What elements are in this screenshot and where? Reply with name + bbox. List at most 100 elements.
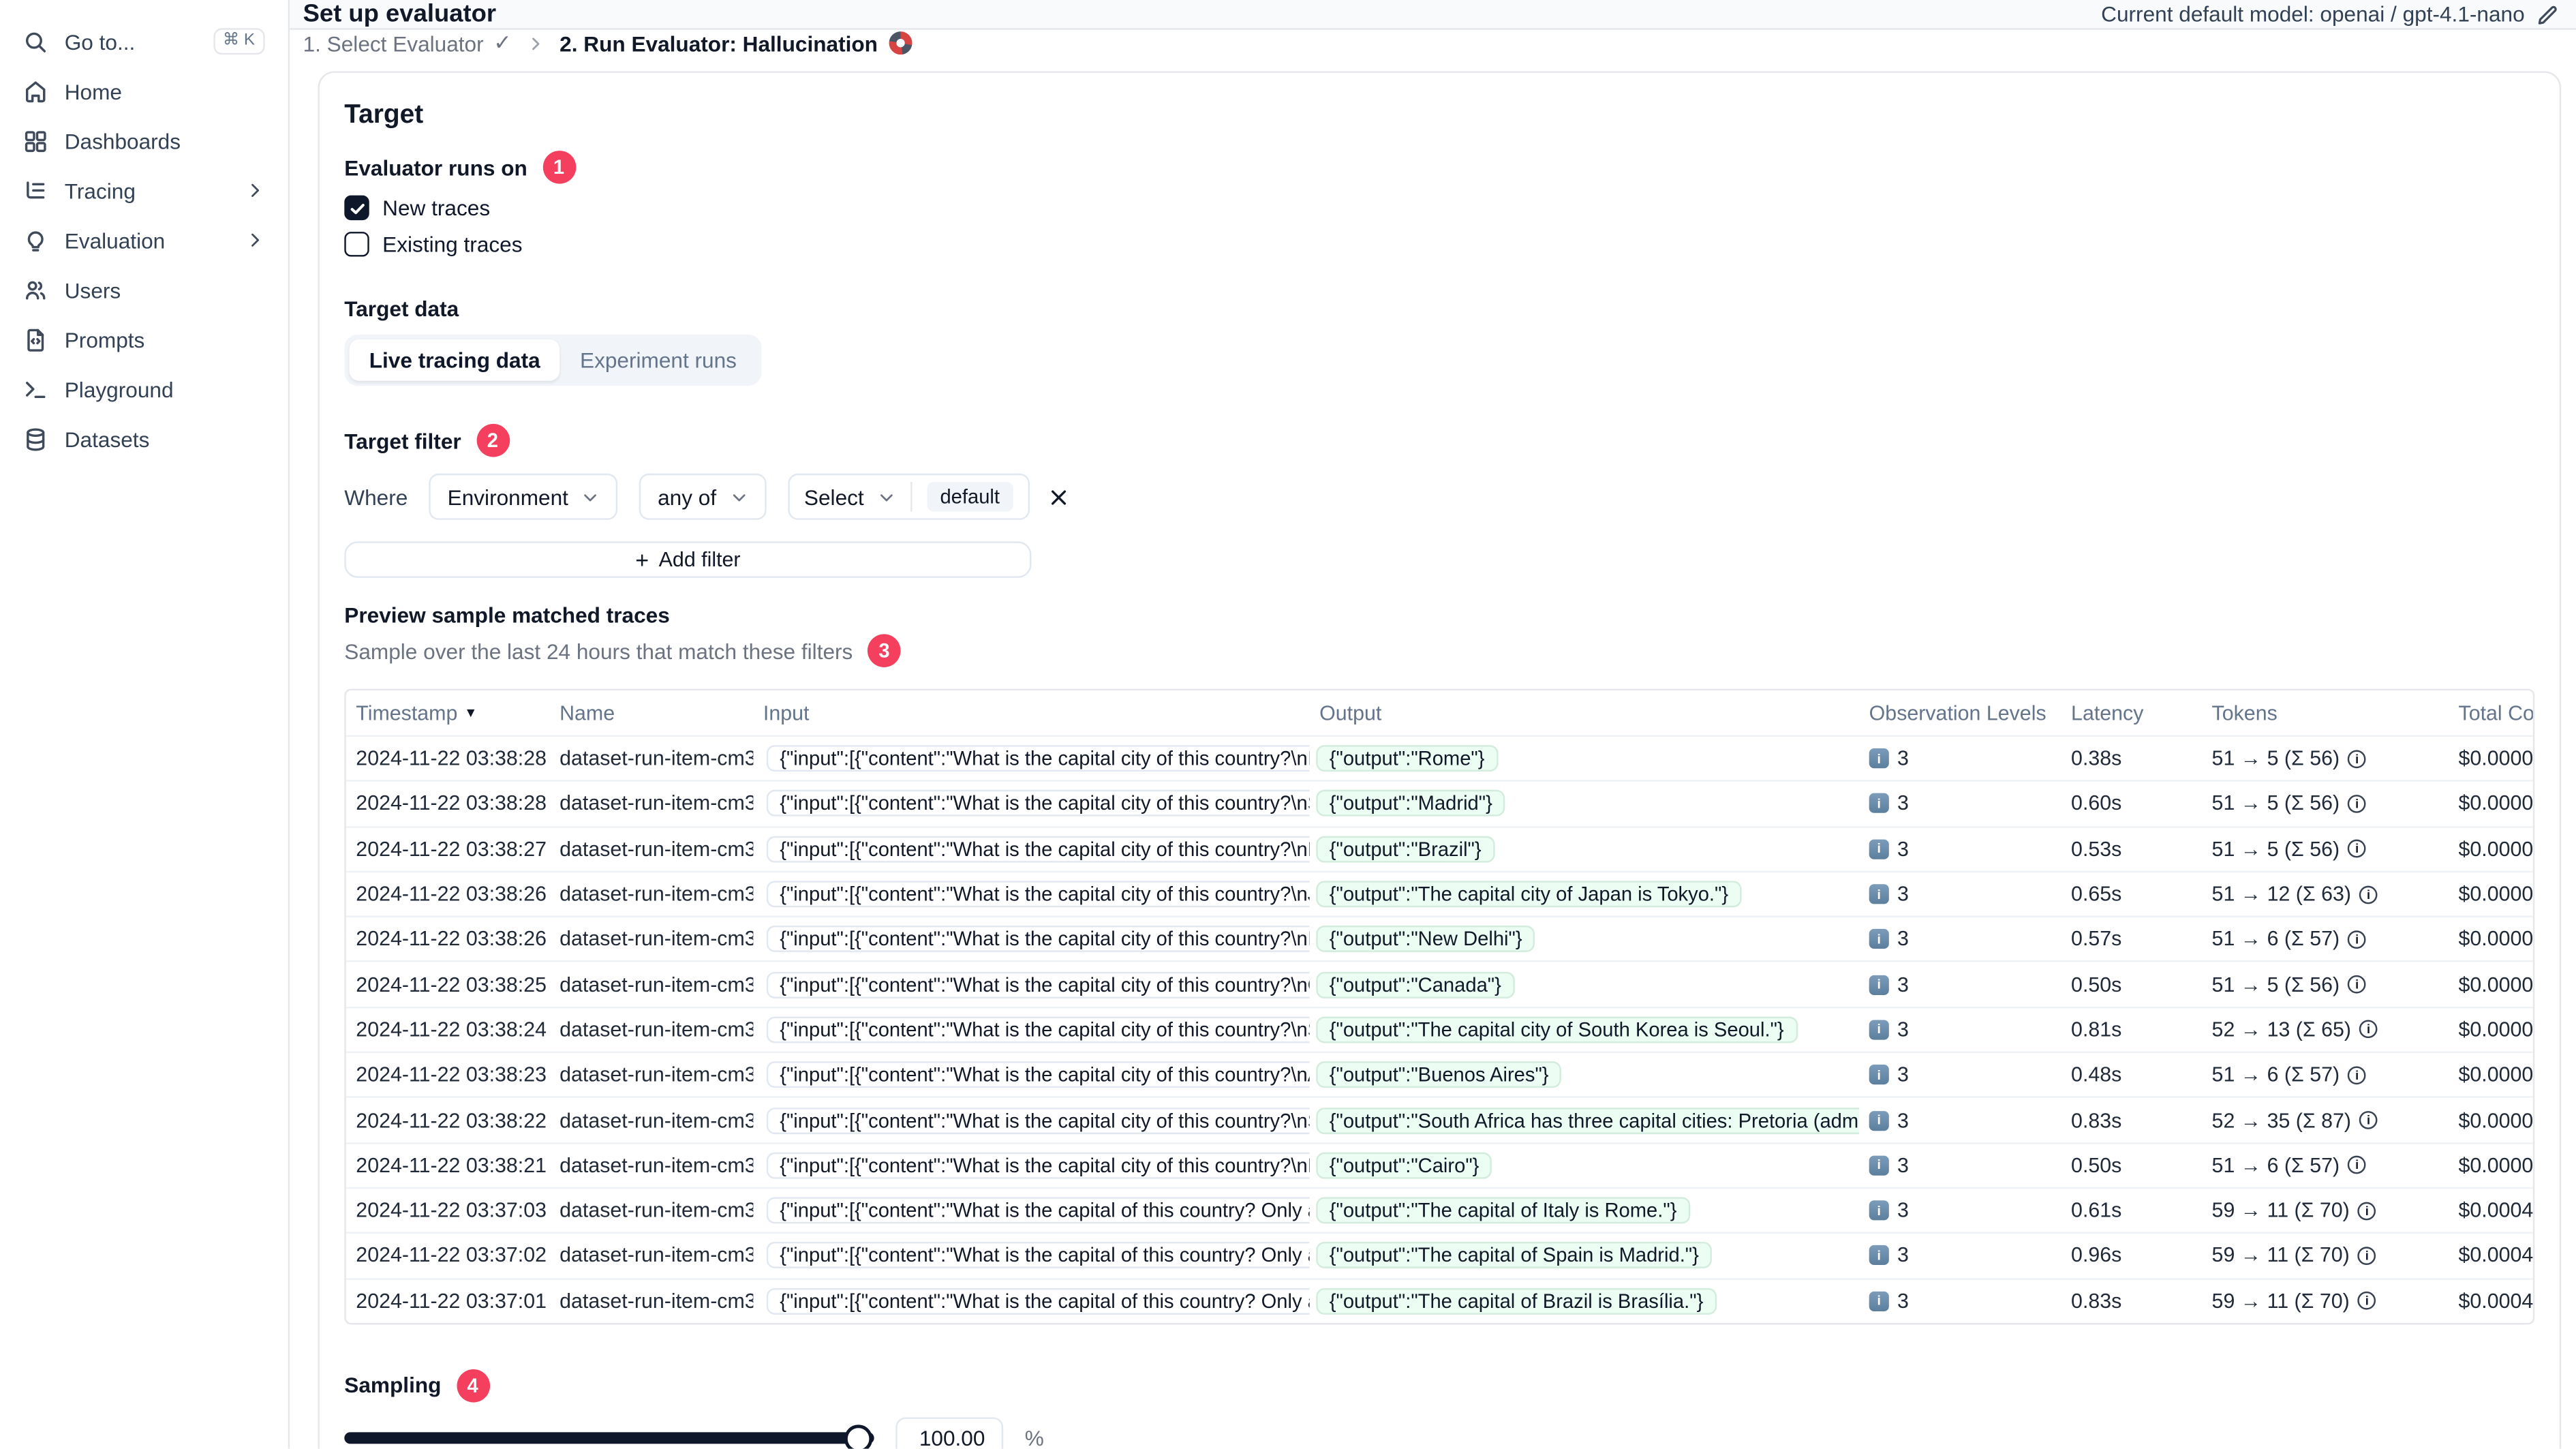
info-icon[interactable]: i — [2348, 1065, 2367, 1084]
sidebar-item-prompts[interactable]: Prompts — [0, 315, 288, 365]
cell-input: {"input":[{"content":"What is the capita… — [766, 1107, 1310, 1133]
info-icon[interactable]: i — [2348, 749, 2367, 768]
cell-observation-levels: i 3 — [1859, 928, 2061, 951]
info-icon[interactable]: i — [2348, 930, 2367, 949]
target-data-label: Target data — [344, 296, 459, 322]
info-icon[interactable]: i — [2348, 794, 2367, 813]
plus-icon: + — [635, 546, 649, 573]
page-title: Set up evaluator — [303, 0, 497, 29]
cell-timestamp: 2024-11-22 03:37:03 — [356, 1199, 547, 1223]
step-badge-4: 4 — [456, 1369, 489, 1403]
info-icon[interactable]: i — [2357, 1201, 2376, 1220]
table-row[interactable]: 2024-11-22 03:37:02 dataset-run-item-cm3… — [346, 1232, 2533, 1277]
cell-name: dataset-run-item-cm3s4 — [559, 1153, 753, 1177]
sidebar-item-label: Evaluation — [64, 228, 166, 253]
info-icon[interactable]: i — [2348, 975, 2367, 994]
filter-operator-select[interactable]: any of — [639, 473, 767, 520]
info-icon[interactable]: i — [2359, 1111, 2378, 1129]
step-badge-1: 1 — [542, 151, 576, 184]
info-icon[interactable]: i — [2348, 1156, 2367, 1175]
runs-on-label: Evaluator runs on 1 — [344, 151, 2534, 184]
cell-observation-levels: i 3 — [1859, 1199, 2061, 1222]
cell-total-cost: $0.000011 ( — [2458, 973, 2534, 996]
col-header-input[interactable]: Input — [753, 701, 1309, 724]
close-icon — [1051, 489, 1066, 504]
sidebar-item-tracing[interactable]: Tracing — [0, 166, 288, 215]
table-row[interactable]: 2024-11-22 03:38:28 dataset-run-item-cm3… — [346, 780, 2533, 825]
col-header-observation-levels[interactable]: Observation Levels — [1859, 701, 2061, 724]
col-header-timestamp[interactable]: Timestamp ▼ — [346, 701, 550, 724]
col-header-latency[interactable]: Latency — [2061, 701, 2201, 724]
filter-column-select[interactable]: Environment — [429, 473, 618, 520]
cell-latency: 0.83s — [2071, 1289, 2122, 1313]
info-icon[interactable]: i — [2357, 1247, 2376, 1265]
table-row[interactable]: 2024-11-22 03:37:03 dataset-run-item-cm3… — [346, 1187, 2533, 1232]
new-traces-checkbox[interactable] — [344, 195, 369, 221]
filter-value-group: Select default — [787, 473, 1030, 520]
sampling-value-input[interactable] — [895, 1417, 1004, 1449]
sidebar-item-dashboards[interactable]: Dashboards — [0, 116, 288, 166]
existing-traces-label: Existing traces — [382, 232, 523, 257]
app-window: Go to... ⌘ K Home Dashboards Tracing Eva… — [0, 0, 2576, 1449]
col-header-name[interactable]: Name — [550, 701, 754, 724]
cell-input: {"input":[{"content":"What is the capita… — [766, 1152, 1310, 1179]
cell-input: {"input":[{"content":"What is the capita… — [766, 1242, 1310, 1269]
table-row[interactable]: 2024-11-22 03:38:23 dataset-run-item-cm3… — [346, 1051, 2533, 1097]
add-filter-button[interactable]: + Add filter — [344, 541, 1032, 578]
pencil-icon[interactable] — [2536, 3, 2560, 26]
col-header-output[interactable]: Output — [1310, 701, 1860, 724]
cell-latency: 0.81s — [2071, 1018, 2122, 1041]
home-icon — [25, 80, 46, 102]
sidebar-item-users[interactable]: Users — [0, 265, 288, 315]
table-row[interactable]: 2024-11-22 03:38:26 dataset-run-item-cm3… — [346, 870, 2533, 916]
existing-traces-checkbox[interactable] — [344, 232, 369, 257]
sampling-row: % — [344, 1417, 2534, 1449]
table-row[interactable]: 2024-11-22 03:38:24 dataset-run-item-cm3… — [346, 1006, 2533, 1051]
sidebar-item-evaluation[interactable]: Evaluation — [0, 215, 288, 265]
where-label: Where — [344, 484, 408, 510]
cell-timestamp: 2024-11-22 03:38:21 — [356, 1153, 547, 1177]
table-row[interactable]: 2024-11-22 03:38:27 dataset-run-item-cm3… — [346, 825, 2533, 870]
cell-latency: 0.61s — [2071, 1199, 2122, 1223]
slider-thumb[interactable] — [844, 1424, 873, 1449]
cell-output: {"output":"The capital of Italy is Rome.… — [1316, 1197, 1690, 1224]
tab-experiment-runs[interactable]: Experiment runs — [560, 339, 756, 381]
step-badge-2: 2 — [476, 423, 510, 457]
cell-total-cost: $0.00046 ( — [2458, 1199, 2534, 1223]
goto-search[interactable]: Go to... ⌘ K — [0, 16, 288, 66]
table-row[interactable]: 2024-11-22 03:38:21 dataset-run-item-cm3… — [346, 1142, 2533, 1187]
col-header-tokens[interactable]: Tokens — [2202, 701, 2449, 724]
sidebar-item-playground[interactable]: Playground — [0, 364, 288, 414]
info-icon[interactable]: i — [2357, 1292, 2376, 1311]
table-row[interactable]: 2024-11-22 03:37:01 dataset-run-item-cm3… — [346, 1277, 2533, 1322]
cell-name: dataset-run-item-cm3s4 — [559, 882, 753, 906]
table-row[interactable]: 2024-11-22 03:38:26 dataset-run-item-cm3… — [346, 915, 2533, 961]
table-row[interactable]: 2024-11-22 03:38:28 dataset-run-item-cm3… — [346, 735, 2533, 780]
table-row[interactable]: 2024-11-22 03:38:22 dataset-run-item-cm3… — [346, 1097, 2533, 1142]
remove-filter-button[interactable] — [1047, 486, 1069, 508]
info-icon[interactable]: i — [2359, 1020, 2378, 1039]
info-icon[interactable]: i — [2348, 840, 2367, 858]
default-model-label: Current default model: openai / gpt-4.1-… — [2101, 1, 2525, 27]
sidebar-item-datasets[interactable]: Datasets — [0, 414, 288, 463]
filter-value-select[interactable]: Select — [803, 484, 895, 510]
breadcrumb-step1[interactable]: 1. Select Evaluator ✓ — [303, 30, 512, 57]
cell-name: dataset-run-item-cm3s4 — [559, 1199, 753, 1223]
preview-title: Preview sample matched traces — [344, 603, 670, 628]
cell-timestamp: 2024-11-22 03:37:01 — [356, 1289, 547, 1313]
table-header-row: Timestamp ▼ Name Input Output Observation… — [346, 690, 2533, 735]
chevron-right-icon — [527, 34, 545, 52]
filter-row: Where Environment any of Select default — [344, 473, 2534, 520]
sidebar-item-home[interactable]: Home — [0, 66, 288, 116]
table-row[interactable]: 2024-11-22 03:38:25 dataset-run-item-cm3… — [346, 961, 2533, 1006]
col-header-total-cost[interactable]: Total Cost — [2449, 701, 2533, 724]
check-icon — [350, 202, 364, 213]
cell-tokens: 52 → 13 (Σ 65) i — [2202, 1018, 2449, 1041]
tab-live-tracing-data[interactable]: Live tracing data — [349, 339, 560, 381]
sampling-slider[interactable] — [344, 1424, 874, 1449]
cell-output: {"output":"The capital city of Japan is … — [1316, 881, 1742, 908]
sidebar: Go to... ⌘ K Home Dashboards Tracing Eva… — [0, 0, 290, 1449]
observation-level-icon: i — [1869, 1155, 1889, 1176]
observation-level-icon: i — [1869, 1110, 1889, 1131]
info-icon[interactable]: i — [2359, 885, 2378, 904]
